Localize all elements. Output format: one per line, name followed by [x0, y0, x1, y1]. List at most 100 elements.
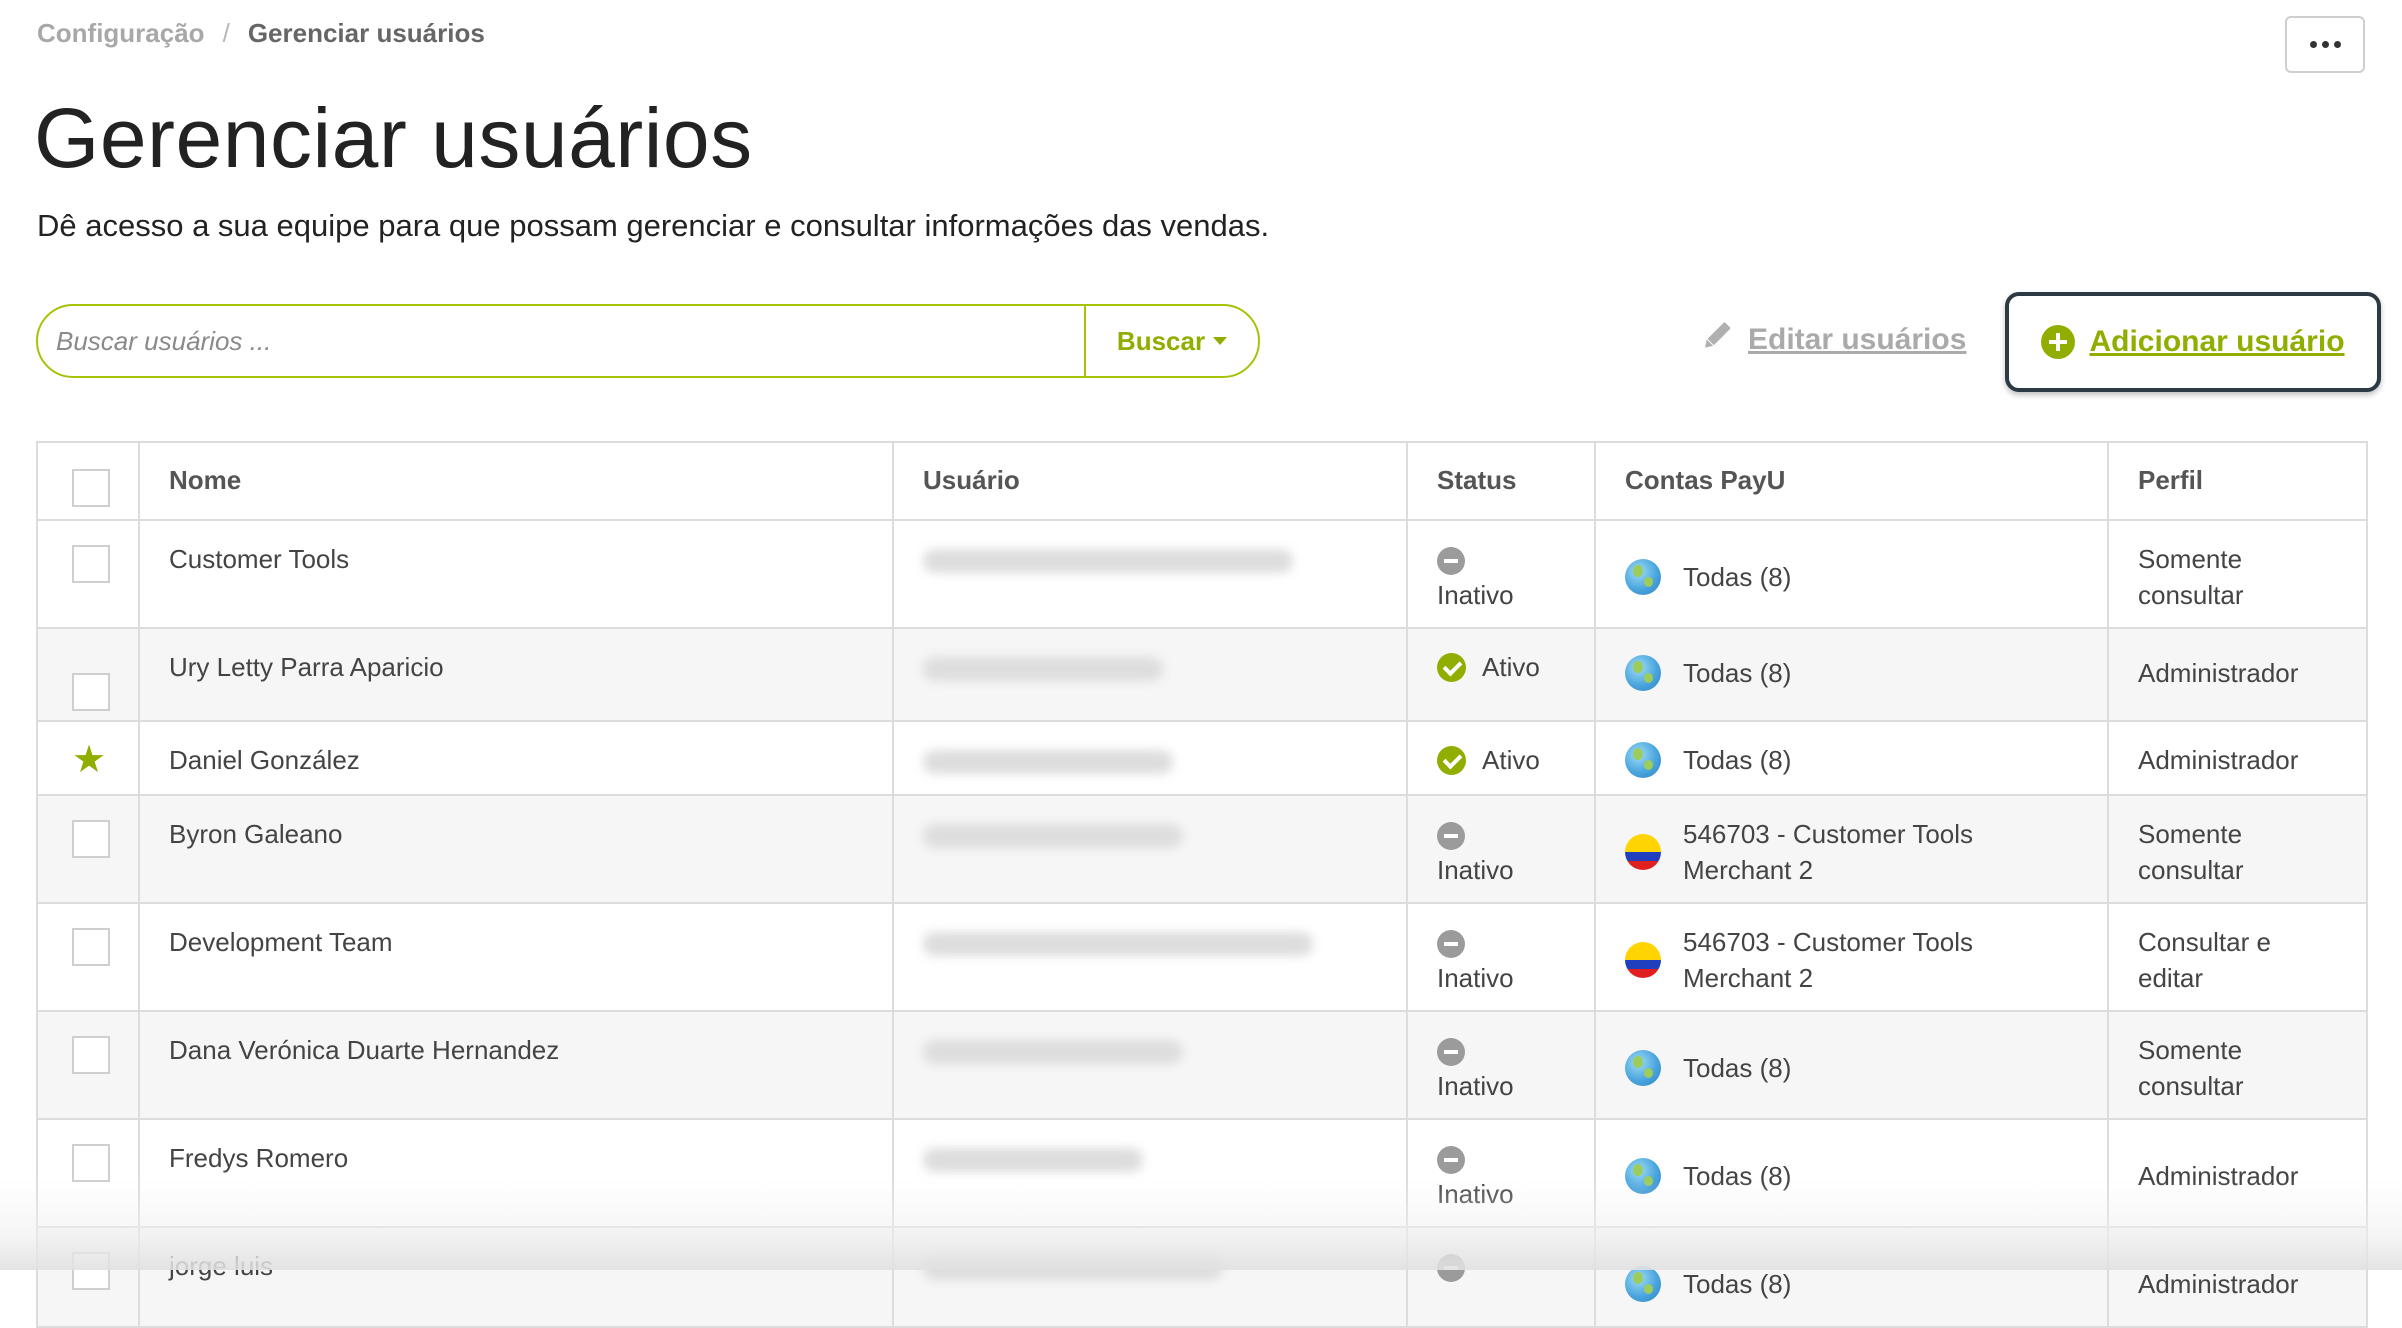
inactive-icon [1437, 1254, 1465, 1283]
account-cell: 546703 - Customer Tools Merchant 2 [1594, 902, 2109, 1012]
user-login [892, 1118, 1408, 1228]
table-row[interactable]: Byron Galeano Inativo 546703 - Customer … [36, 794, 2368, 904]
star-icon: ★ [72, 739, 107, 781]
account-label: 546703 - Customer Tools Merchant 2 [1683, 819, 1974, 885]
status-label: Inativo [1437, 963, 1514, 993]
plus-circle-icon [2041, 325, 2076, 359]
user-login [892, 1226, 1408, 1328]
profile-label: Administrador [2138, 1269, 2299, 1299]
row-checkbox[interactable] [72, 928, 110, 966]
user-name: Byron Galeano [138, 794, 894, 904]
account-label: Todas (8) [1683, 562, 1792, 592]
status-label: Inativo [1437, 580, 1514, 610]
row-checkbox[interactable] [72, 1036, 110, 1074]
row-checkbox[interactable] [72, 1252, 110, 1290]
account-label: Todas (8) [1683, 1161, 1792, 1191]
profile-label: Administrador [2138, 658, 2299, 688]
user-login [892, 794, 1408, 904]
table-row[interactable]: Customer Tools Inativo Todas (8) Somente… [36, 519, 2368, 629]
row-checkbox[interactable] [72, 820, 110, 858]
status-cell: Inativo [1406, 794, 1596, 904]
account-label: Todas (8) [1683, 1269, 1792, 1299]
account-cell: Todas (8) [1594, 720, 2109, 796]
ellipsis-icon [2309, 41, 2341, 48]
column-header-status[interactable]: Status [1406, 441, 1596, 521]
redacted-email [923, 1148, 1143, 1172]
add-user-button[interactable]: Adicionar usuário [2005, 292, 2381, 392]
add-user-label: Adicionar usuário [2089, 325, 2345, 358]
table-row[interactable]: Fredys Romero Inativo Todas (8) Administ… [36, 1118, 2368, 1228]
profile-cell: Somente consultar [2107, 1010, 2368, 1120]
active-check-icon [1437, 745, 1466, 775]
row-checkbox[interactable] [72, 1144, 110, 1182]
user-login [892, 627, 1408, 722]
redacted-email [923, 932, 1313, 956]
select-all-checkbox[interactable] [72, 469, 110, 507]
caret-down-icon [1213, 337, 1228, 345]
edit-users-label: Editar usuários [1748, 323, 1967, 356]
globe-icon [1625, 1158, 1661, 1194]
status-label: Ativo [1482, 652, 1540, 682]
breadcrumb-parent-link[interactable]: Configuração [37, 18, 205, 48]
row-checkbox[interactable] [72, 545, 110, 583]
more-options-button[interactable] [2285, 16, 2365, 73]
status-label: Inativo [1437, 855, 1514, 885]
account-cell: Todas (8) [1594, 519, 2109, 629]
user-name: Daniel González [138, 720, 894, 796]
profile-label: Administrador [2138, 1161, 2299, 1191]
row-select-cell [36, 627, 140, 722]
page-description: Dê acesso a sua equipe para que possam g… [37, 208, 1270, 243]
profile-cell: Administrador [2107, 1226, 2368, 1328]
edit-users-link[interactable]: Editar usuários [1698, 318, 1966, 362]
account-cell: Todas (8) [1594, 1118, 2109, 1228]
column-header-contas[interactable]: Contas PayU [1594, 441, 2109, 521]
inactive-icon [1437, 1146, 1465, 1175]
user-name: jorge luis [138, 1226, 894, 1328]
user-login [892, 519, 1408, 629]
table-row[interactable]: jorge luis Todas (8) Administrador [36, 1226, 2368, 1328]
status-label: Ativo [1482, 745, 1540, 775]
status-cell: Ativo [1406, 720, 1596, 796]
inactive-icon [1437, 822, 1465, 851]
search-button-label: Buscar [1116, 325, 1206, 356]
row-select-cell [36, 794, 140, 904]
table-row[interactable]: Ury Letty Parra Aparicio Ativo Todas (8)… [36, 627, 2368, 722]
redacted-email [923, 824, 1183, 848]
user-name: Dana Verónica Duarte Hernandez [138, 1010, 894, 1120]
user-login [892, 902, 1408, 1012]
breadcrumb-separator: / [222, 18, 230, 48]
column-header-nome[interactable]: Nome [138, 441, 894, 521]
column-header-perfil[interactable]: Perfil [2107, 441, 2368, 521]
column-header-usuario[interactable]: Usuário [892, 441, 1408, 521]
row-marker-cell: ★ [36, 720, 140, 796]
search-button[interactable]: Buscar [1084, 306, 1258, 376]
pencil-icon [1698, 318, 1734, 362]
search-input[interactable] [38, 306, 1084, 376]
account-cell: 546703 - Customer Tools Merchant 2 [1594, 794, 2109, 904]
redacted-email [923, 1256, 1223, 1280]
row-select-cell [36, 1010, 140, 1120]
row-select-cell [36, 519, 140, 629]
account-label: 546703 - Customer Tools Merchant 2 [1683, 927, 1974, 993]
user-login [892, 1010, 1408, 1120]
table-row[interactable]: ★ Daniel González Ativo Todas (8) Admini… [36, 720, 2368, 796]
row-checkbox[interactable] [72, 673, 110, 711]
table-row[interactable]: Dana Verónica Duarte Hernandez Inativo T… [36, 1010, 2368, 1120]
redacted-email [923, 1040, 1183, 1064]
globe-icon [1625, 1266, 1661, 1302]
redacted-email [923, 750, 1173, 774]
profile-cell: Administrador [2107, 627, 2368, 722]
globe-icon [1625, 655, 1661, 691]
account-label: Todas (8) [1683, 1053, 1792, 1083]
account-cell: Todas (8) [1594, 627, 2109, 722]
user-name: Development Team [138, 902, 894, 1012]
table-row[interactable]: Development Team Inativo 546703 - Custom… [36, 902, 2368, 1012]
search-bar: Buscar [36, 304, 1260, 378]
status-cell [1406, 1226, 1596, 1328]
globe-icon [1625, 559, 1661, 595]
users-table-container: Nome Usuário Status Contas PayU Perfil C… [36, 441, 2368, 1328]
colombia-flag-icon [1625, 834, 1661, 870]
profile-cell: Somente consultar [2107, 519, 2368, 629]
row-select-cell [36, 902, 140, 1012]
profile-cell: Consultar e editar [2107, 902, 2368, 1012]
